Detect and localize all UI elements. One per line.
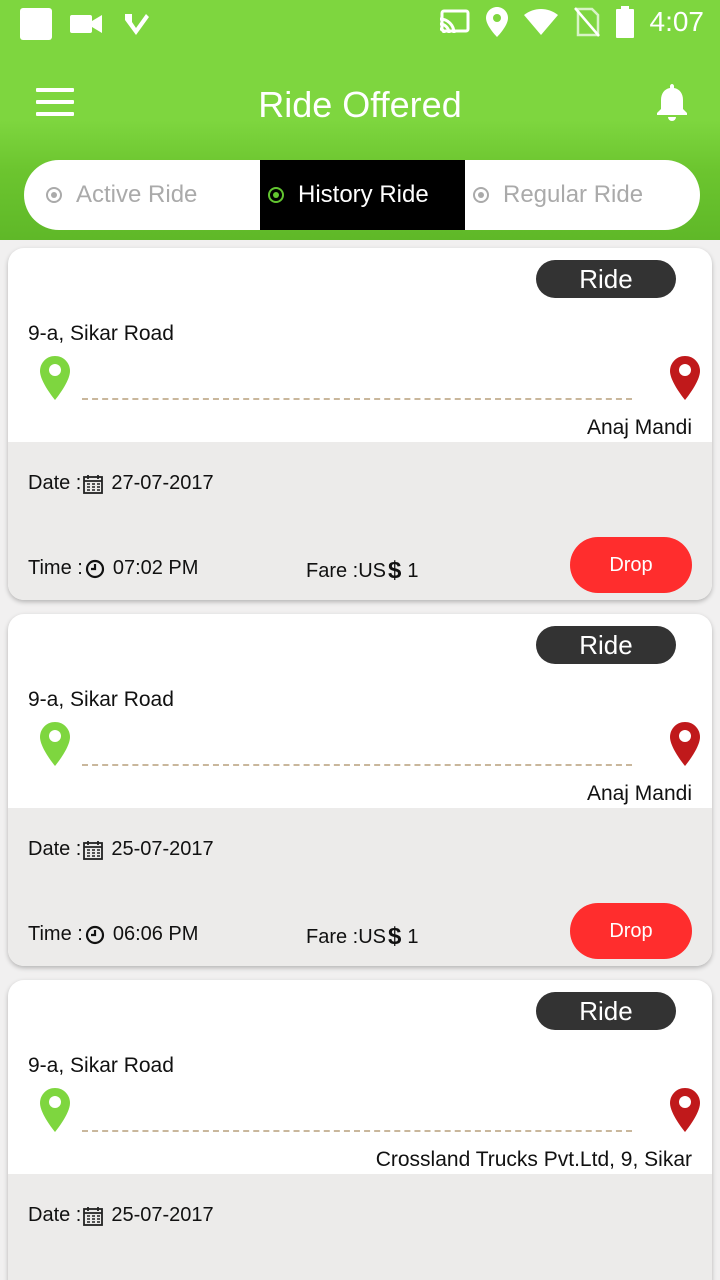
- drop-pin-icon: [670, 1088, 700, 1132]
- app-square-icon: [20, 8, 52, 40]
- ride-card[interactable]: Ride 9-a, Sikar Road Anaj Mandi Date : 2…: [8, 248, 712, 600]
- route-dashed-line: [82, 764, 632, 766]
- ride-date: 25-07-2017: [111, 1204, 214, 1226]
- status-bar: 4:07: [0, 0, 720, 50]
- ride-card[interactable]: Ride 9-a, Sikar Road Anaj Mandi Date : 2…: [8, 614, 712, 966]
- drop-address: Anaj Mandi: [586, 782, 692, 805]
- ride-date: 27-07-2017: [111, 472, 214, 494]
- ride-badge: Ride: [536, 626, 676, 664]
- date-label: Date :: [28, 472, 82, 494]
- ride-card[interactable]: Ride 9-a, Sikar Road Crossland Trucks Pv…: [8, 980, 712, 1280]
- fare-value: 1: [407, 925, 419, 948]
- clock-icon: [85, 559, 104, 578]
- video-camera-icon: [70, 15, 102, 33]
- route-dashed-line: [82, 1130, 632, 1132]
- bell-icon[interactable]: [654, 82, 690, 122]
- ride-date: 25-07-2017: [111, 838, 214, 860]
- battery-icon: [615, 6, 634, 38]
- page-title: Ride Offered: [258, 84, 462, 125]
- no-sim-icon: [573, 7, 600, 37]
- route-dashed-line: [82, 398, 632, 400]
- tab-label: History Ride: [298, 181, 429, 208]
- fare-label: Fare :US: [306, 559, 387, 582]
- pickup-pin-icon: [40, 356, 70, 400]
- ride-time: 07:02 PM: [112, 557, 199, 579]
- drop-address: Anaj Mandi: [586, 416, 692, 439]
- tab-label: Regular Ride: [503, 181, 644, 208]
- tab-regular-ride[interactable]: Regular Ride: [465, 160, 700, 230]
- time-label: Time :: [28, 923, 83, 945]
- ride-badge: Ride: [536, 260, 676, 298]
- fare-label: Fare :US: [306, 925, 387, 948]
- date-label: Date :: [28, 1204, 82, 1226]
- status-time: 4:07: [649, 6, 705, 37]
- date-row: Date : 27-07-2017: [28, 472, 214, 495]
- time-row: Time : 07:02 PM: [28, 557, 198, 580]
- calendar-icon: [83, 474, 104, 494]
- clock-icon: [85, 925, 104, 944]
- radio-icon: [46, 187, 62, 203]
- calendar-icon: [83, 1206, 104, 1226]
- checkmark-app-icon: [125, 14, 149, 35]
- pickup-pin-icon: [40, 722, 70, 766]
- cast-icon: [439, 9, 469, 34]
- ride-details: Date : 25-07-2017 Time : 06:06 PM Fare:…: [8, 808, 712, 966]
- ride-badge: Ride: [536, 992, 676, 1030]
- radio-icon: [473, 187, 489, 203]
- date-row: Date : 25-07-2017: [28, 1204, 214, 1227]
- time-label: Time :: [28, 557, 83, 579]
- ride-details: Date : 25-07-2017: [8, 1174, 712, 1280]
- fare-value: 1: [407, 559, 419, 582]
- pickup-address: 9-a, Sikar Road: [28, 1054, 174, 1077]
- drop-pin-icon: [670, 722, 700, 766]
- fare-row: Fare :US $ 1: [306, 923, 419, 951]
- tab-history-ride[interactable]: History Ride: [260, 160, 465, 230]
- dollar-icon: $: [388, 923, 402, 950]
- radio-selected-icon: [268, 187, 284, 203]
- pickup-pin-icon: [40, 1088, 70, 1132]
- calendar-icon: [83, 840, 104, 860]
- time-row: Time : 06:06 PM: [28, 923, 198, 946]
- tab-label: Active Ride: [76, 181, 198, 208]
- fare-row: Fare :US $ 1: [306, 557, 419, 585]
- wifi-icon: [523, 9, 558, 35]
- pickup-address: 9-a, Sikar Road: [28, 322, 174, 345]
- ride-list[interactable]: Ride 9-a, Sikar Road Anaj Mandi Date : 2…: [0, 240, 720, 1280]
- date-row: Date : 25-07-2017: [28, 838, 214, 861]
- pickup-address: 9-a, Sikar Road: [28, 688, 174, 711]
- dollar-icon: $: [388, 557, 402, 584]
- drop-address: Crossland Trucks Pvt.Ltd, 9, Sikar: [375, 1148, 692, 1171]
- app-bar: Ride Offered: [0, 60, 720, 150]
- drop-button[interactable]: Drop: [570, 903, 692, 959]
- ride-time: 06:06 PM: [112, 923, 199, 945]
- drop-button[interactable]: Drop: [570, 537, 692, 593]
- ride-tabs: Active Ride History Ride Regular Ride: [24, 160, 700, 230]
- ride-details: Date : 27-07-2017 Time : 07:02 PM Fare:…: [8, 442, 712, 600]
- tab-active-ride[interactable]: Active Ride: [24, 160, 260, 230]
- drop-pin-icon: [670, 356, 700, 400]
- location-icon: [485, 7, 508, 37]
- header-background: 4:07 Ride Offered Active Ride History Ri…: [0, 0, 720, 240]
- date-label: Date :: [28, 838, 82, 860]
